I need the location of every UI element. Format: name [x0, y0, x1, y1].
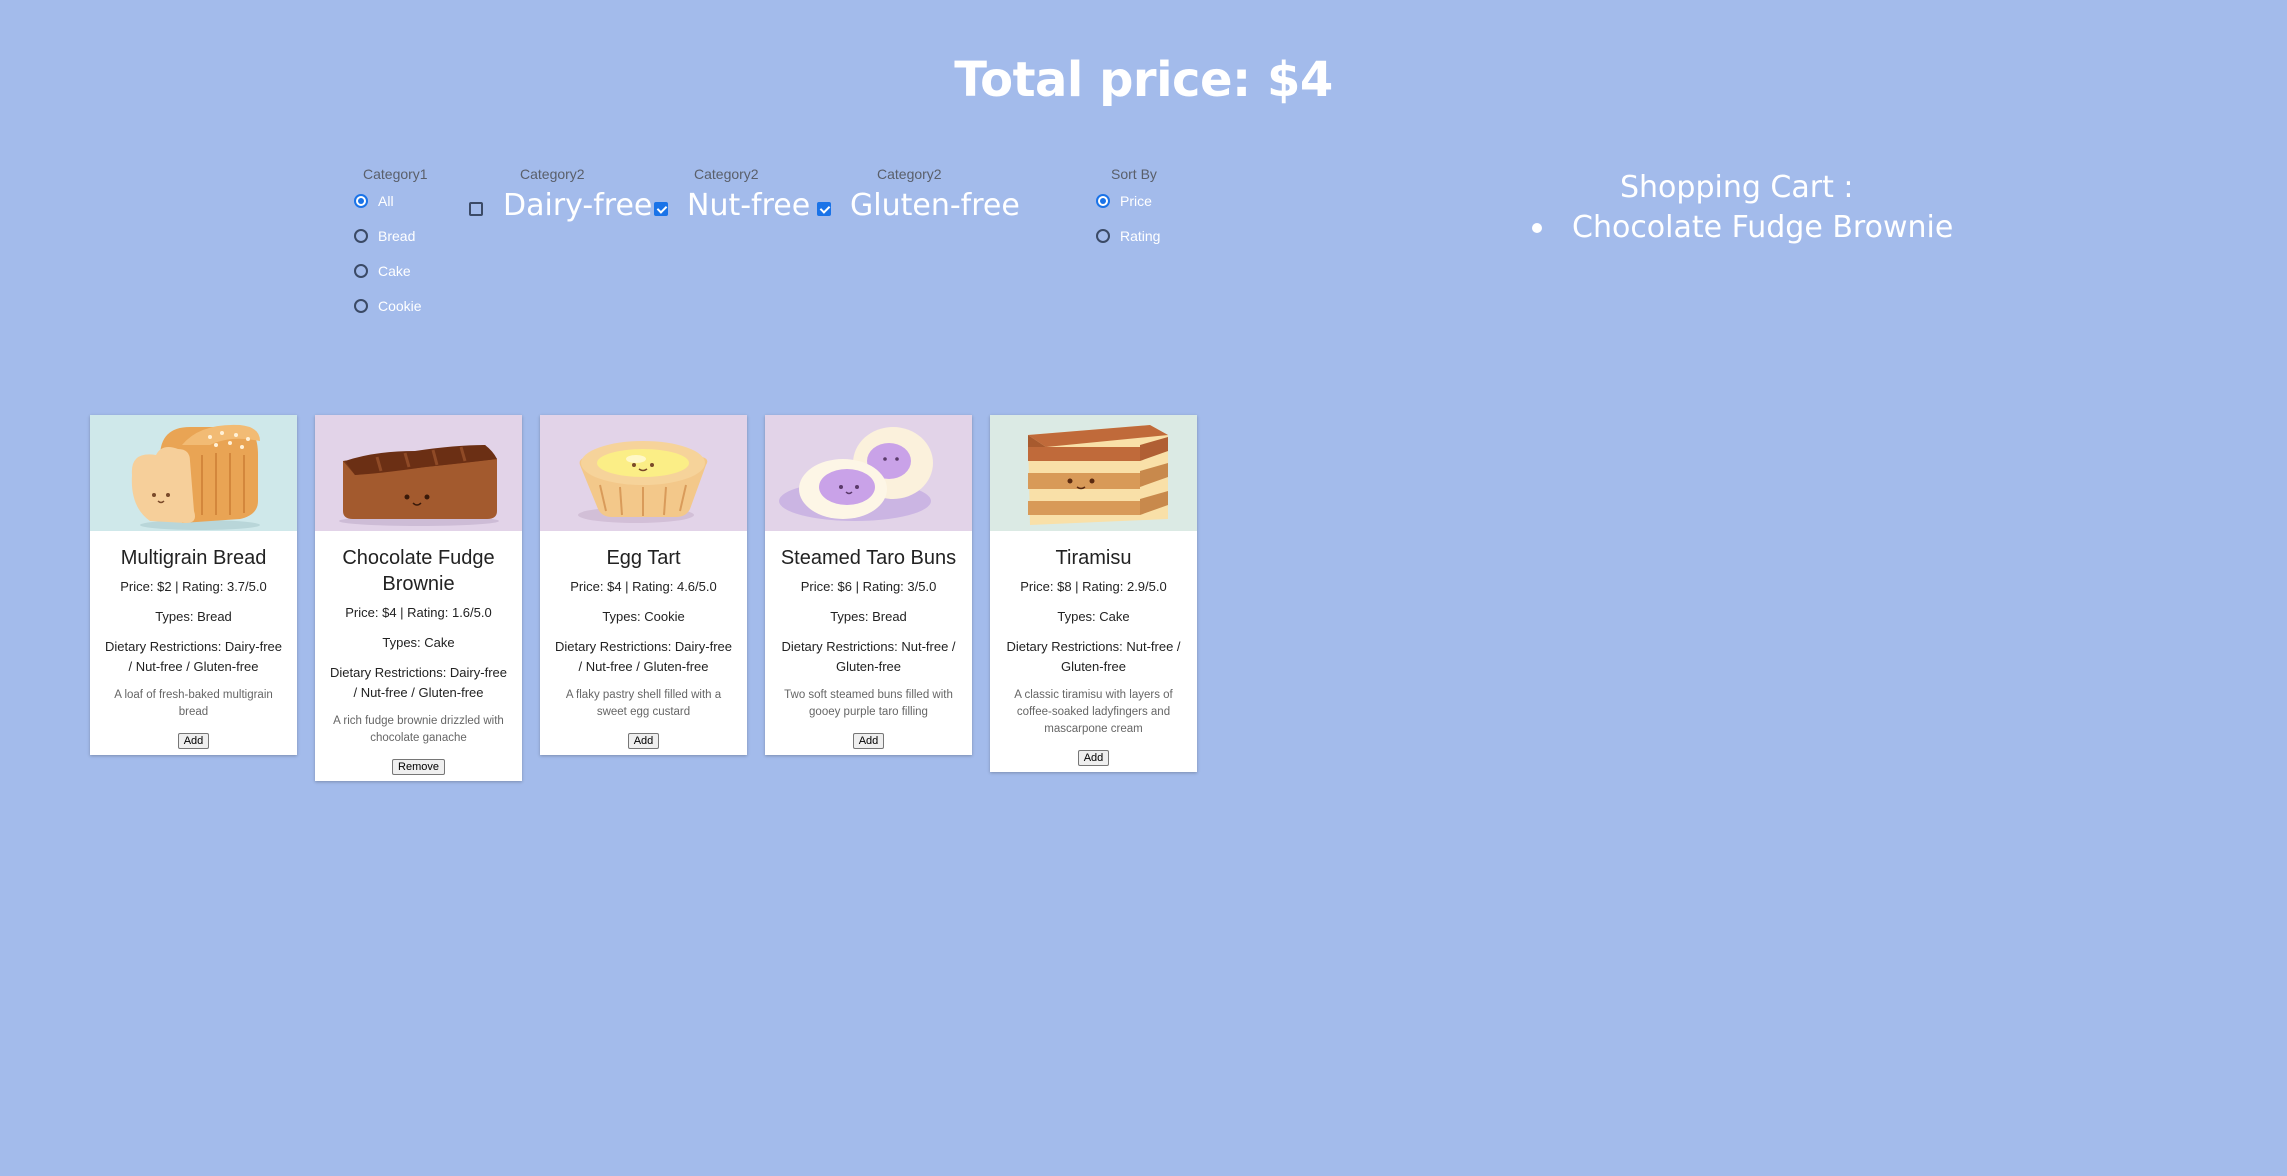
product-name: Multigrain Bread [120, 547, 267, 569]
product-description: A loaf of fresh-baked multigrain bread [114, 689, 273, 718]
product-card-steamed-taro-buns: Steamed Taro Buns Price: $6 | Rating: 3/… [765, 415, 972, 755]
radio-cake[interactable]: Cake [354, 263, 411, 279]
bread-loaf-icon [90, 415, 297, 531]
product-price-rating: Price: $4 | Rating: 1.6/5.0 [345, 605, 492, 620]
brownie-icon [315, 415, 522, 531]
checkbox-nut-free-label: Nut-free [687, 188, 811, 223]
radio-cake-label: Cake [378, 263, 411, 279]
checkbox-gluten-free-label: Gluten-free [850, 188, 1020, 223]
cart-list: Chocolate Fudge Brownie [1520, 210, 1953, 245]
radio-cookie-circle[interactable] [354, 299, 368, 313]
product-name: Tiramisu [1055, 547, 1132, 569]
radio-sort-price-circle[interactable] [1096, 194, 1110, 208]
shopping-cart-title: Shopping Cart : [1620, 170, 1854, 205]
product-dietary-restrictions: Dietary Restrictions: Dairy-free / Nut-f… [330, 665, 507, 700]
product-dietary-restrictions: Dietary Restrictions: Nut-free / Gluten-… [1006, 639, 1181, 674]
category2-label-gluten: Category2 [877, 166, 942, 182]
product-types: Types: Bread [155, 609, 232, 624]
product-dietary-restrictions: Dietary Restrictions: Nut-free / Gluten-… [781, 639, 956, 674]
category1-label: Category1 [363, 166, 428, 182]
sort-by-label: Sort By [1111, 166, 1157, 182]
tiramisu-icon [990, 415, 1197, 531]
checkbox-gluten-free[interactable] [817, 202, 831, 216]
product-name: Chocolate Fudge Brownie [342, 547, 495, 595]
radio-cake-circle[interactable] [354, 264, 368, 278]
add-button[interactable]: Add [1077, 750, 1110, 766]
product-types: Types: Cake [1057, 609, 1130, 624]
radio-all-circle[interactable] [354, 194, 368, 208]
radio-cookie-label: Cookie [378, 298, 422, 314]
radio-sort-rating-label: Rating [1120, 228, 1161, 244]
radio-bread-circle[interactable] [354, 229, 368, 243]
checkbox-dairy-free-label: Dairy-free [503, 188, 653, 223]
radio-sort-rating[interactable]: Rating [1096, 228, 1160, 244]
product-description: A classic tiramisu with layers of coffee… [1014, 689, 1173, 735]
product-card-multigrain-bread: Multigrain Bread Price: $2 | Rating: 3.7… [90, 415, 297, 755]
radio-bread[interactable]: Bread [354, 228, 415, 244]
remove-button[interactable]: Remove [392, 759, 445, 775]
cart-item: Chocolate Fudge Brownie [1520, 210, 1953, 245]
add-button[interactable]: Add [627, 733, 660, 749]
product-card-chocolate-fudge-brownie: Chocolate Fudge Brownie Price: $4 | Rati… [315, 415, 522, 781]
category2-label-dairy: Category2 [520, 166, 585, 182]
radio-bread-label: Bread [378, 228, 416, 244]
radio-sort-rating-circle[interactable] [1096, 229, 1110, 243]
product-description: A flaky pastry shell filled with a sweet… [565, 689, 722, 718]
product-name: Steamed Taro Buns [780, 547, 957, 569]
product-description: Two soft steamed buns filled with gooey … [784, 689, 953, 718]
product-dietary-restrictions: Dietary Restrictions: Dairy-free / Nut-f… [105, 639, 282, 674]
checkbox-nut-free[interactable] [654, 202, 668, 216]
product-name: Egg Tart [606, 547, 681, 569]
radio-sort-price-label: Price [1120, 193, 1152, 209]
product-price-rating: Price: $6 | Rating: 3/5.0 [800, 579, 937, 594]
add-button[interactable]: Add [177, 733, 210, 749]
radio-sort-price[interactable]: Price [1096, 193, 1152, 209]
radio-all-label: All [378, 193, 394, 209]
bullet-icon [1532, 222, 1542, 233]
radio-cookie[interactable]: Cookie [354, 298, 422, 314]
taro-bun-icon [765, 415, 972, 531]
product-price-rating: Price: $2 | Rating: 3.7/5.0 [120, 579, 267, 594]
product-card-egg-tart: Egg Tart Price: $4 | Rating: 4.6/5.0 Typ… [540, 415, 747, 755]
total-price-title: Total price: $4 [954, 52, 1333, 108]
product-description: A rich fudge brownie drizzled with choco… [333, 715, 504, 744]
product-types: Types: Cookie [602, 609, 685, 624]
radio-all[interactable]: All [354, 193, 394, 209]
product-types: Types: Cake [382, 635, 455, 650]
category2-label-nut: Category2 [694, 166, 759, 182]
product-price-rating: Price: $4 | Rating: 4.6/5.0 [570, 579, 717, 594]
egg-tart-icon [540, 415, 747, 531]
checkbox-dairy-free[interactable] [469, 202, 483, 216]
cart-item-label: Chocolate Fudge Brownie [1572, 210, 1954, 245]
product-card-tiramisu: Tiramisu Price: $8 | Rating: 2.9/5.0 Typ… [990, 415, 1197, 772]
product-price-rating: Price: $8 | Rating: 2.9/5.0 [1020, 579, 1167, 594]
add-button[interactable]: Add [852, 733, 885, 749]
product-types: Types: Bread [830, 609, 907, 624]
product-dietary-restrictions: Dietary Restrictions: Dairy-free / Nut-f… [555, 639, 732, 674]
